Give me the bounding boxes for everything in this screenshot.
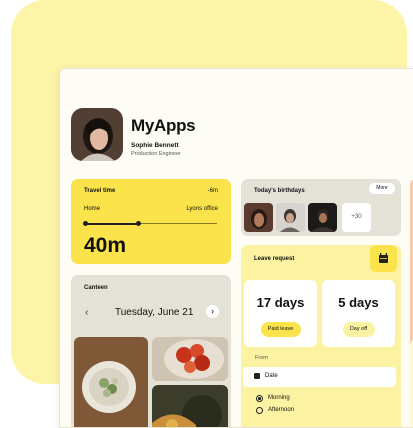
origin-dot [83, 221, 88, 227]
birthday-avatar[interactable] [308, 203, 337, 232]
travel-delta: -6m [207, 188, 218, 194]
app-title: MyApps [131, 116, 196, 135]
current-position-dot [136, 221, 141, 227]
birthday-avatar[interactable] [244, 203, 273, 232]
travel-time-card[interactable]: Travel time -6m Home Lyons office 40m [71, 179, 231, 264]
food-image-dish[interactable] [152, 385, 228, 427]
travel-destination: Lyons office [186, 206, 218, 212]
chevron-left-icon[interactable]: ‹ [85, 307, 88, 318]
radio-morning[interactable] [256, 395, 263, 402]
leave-title: Leave request [254, 256, 295, 262]
date-field[interactable]: Date [243, 367, 396, 387]
canteen-card: Canteen ‹ Tuesday, June 21 › [71, 275, 231, 427]
food-image-salad[interactable] [74, 337, 148, 427]
travel-duration: 40m [84, 234, 127, 257]
travel-title: Travel time [84, 188, 116, 194]
travel-origin: Home [84, 206, 101, 212]
birthday-avatar[interactable] [276, 203, 305, 232]
calendar-icon[interactable] [370, 245, 397, 272]
paid-leave-button[interactable]: Paid leave [260, 322, 301, 337]
from-label: From [255, 355, 268, 361]
app-window: MyApps Sophie Bennett Production Enginee… [59, 68, 413, 428]
day-off-button[interactable]: Day off [342, 322, 375, 337]
chevron-right-icon[interactable]: › [206, 305, 219, 318]
paid-leave-days: 17 days [256, 295, 305, 310]
day-off-days: 5 days [338, 295, 379, 310]
more-button[interactable]: More [369, 183, 395, 194]
day-off-box[interactable]: 5 days Day off [322, 280, 395, 347]
profile-avatar[interactable] [71, 108, 123, 161]
travel-progress-rest [139, 223, 217, 225]
birthdays-card: Today's birthdays More +30 [241, 179, 401, 236]
canteen-title: Canteen [84, 285, 108, 291]
travel-progress-done [84, 223, 139, 225]
radio-afternoon[interactable] [256, 407, 263, 414]
calendar-small-icon [254, 373, 260, 379]
option-afternoon-label: Afternoon [268, 407, 295, 413]
option-morning-label: Morning [268, 395, 290, 401]
travel-progress-track [83, 221, 217, 227]
paid-leave-box[interactable]: 17 days Paid leave [244, 280, 317, 347]
user-role: Production Engineer [131, 151, 181, 157]
food-image-tomatoes[interactable] [152, 337, 228, 381]
more-birthdays-count[interactable]: +30 [342, 203, 371, 232]
birthdays-title: Today's birthdays [254, 188, 305, 194]
date-placeholder: Date [265, 373, 278, 379]
canteen-date: Tuesday, June 21 [115, 307, 194, 318]
user-name: Sophie Bennett [131, 142, 179, 149]
